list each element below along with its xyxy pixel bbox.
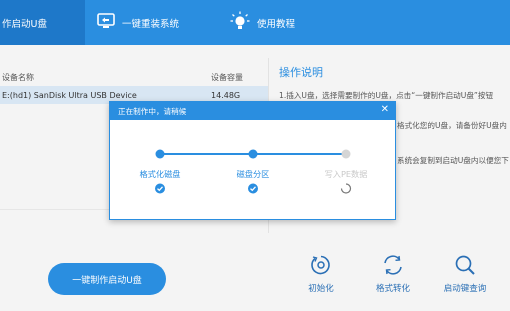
lightbulb-icon (230, 11, 250, 34)
one-key-make-usb-button[interactable]: 一键制作启动U盘 (48, 263, 166, 295)
tab-make-usb-label: 作启动U盘 (2, 18, 47, 30)
dialog-title: 正在制作中，请稍候 (118, 106, 187, 116)
step-dot-1 (155, 149, 165, 159)
initialize-label: 初始化 (308, 284, 334, 294)
close-icon[interactable]: ✕ (381, 104, 389, 115)
device-table: 设备名称 设备容量 E:(hd1) SanDisk Ultra USB Devi… (0, 68, 268, 104)
tab-one-key-reinstall[interactable]: 一键重装系统 (97, 0, 207, 45)
tab-one-key-reinstall-label: 一键重装系统 (122, 18, 180, 30)
check-icon (155, 183, 166, 197)
boot-key-query-button[interactable]: 启动键查询 (430, 254, 500, 294)
step-dot-3 (341, 149, 351, 159)
format-convert-label: 格式转化 (375, 284, 410, 294)
device-name-cell: E:(hd1) SanDisk Ultra USB Device (2, 90, 137, 100)
device-capacity-cell: 14.48G (211, 90, 241, 100)
progress-steps: 格式化磁盘 磁盘分区 写入PE数据 (110, 120, 395, 220)
convert-icon (384, 255, 402, 275)
instruction-line: 系统会复制到启动U盘内以便您下 (397, 156, 509, 165)
progress-dialog: 正在制作中，请稍候 ✕ 格式化磁盘 磁盘分区 写入PE数据 (109, 101, 396, 220)
step-dot-2 (248, 149, 258, 159)
boot-key-query-label: 启动键查询 (443, 284, 487, 294)
instructions-panel: 操作说明 1.插入U盘，选择需要制作的U盘，点击“一键制作启动U盘”按钮 格式化… (279, 64, 510, 165)
device-table-header: 设备名称 设备容量 (0, 68, 268, 86)
instructions-title: 操作说明 (279, 66, 323, 79)
format-convert-button[interactable]: 格式转化 (358, 254, 428, 294)
step-label-partition: 磁盘分区 (236, 169, 270, 179)
top-nav-bar: 作启动U盘 一键重装系统 使用教程 (0, 0, 510, 45)
instruction-line: 格式化您的U盘，请备份好U盘内 (397, 121, 507, 130)
loading-spinner-icon (340, 183, 352, 197)
step-label-write-pe: 写入PE数据 (324, 169, 368, 179)
tab-tutorial-label: 使用教程 (257, 18, 296, 30)
monitor-icon (97, 13, 115, 32)
tab-tutorial[interactable]: 使用教程 (230, 0, 320, 45)
disc-icon (311, 255, 330, 275)
instruction-line: 1.插入U盘，选择需要制作的U盘，点击“一键制作启动U盘”按钮 (279, 91, 494, 100)
column-header-capacity: 设备容量 (211, 72, 243, 82)
check-icon (248, 183, 259, 197)
initialize-button[interactable]: 初始化 (286, 254, 356, 294)
column-header-device-name: 设备名称 (2, 72, 34, 82)
step-label-format: 格式化磁盘 (139, 169, 181, 179)
tab-make-usb[interactable]: 作启动U盘 (0, 0, 85, 45)
dialog-header: 正在制作中，请稍候 ✕ (110, 102, 395, 120)
search-icon (455, 255, 475, 275)
